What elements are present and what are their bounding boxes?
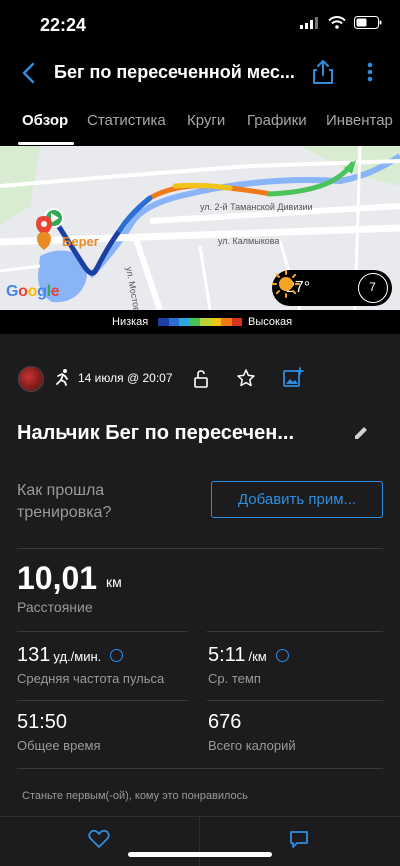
nav-title: Бег по пересеченной мес... [54, 62, 295, 82]
wind-speed: 7 [369, 280, 376, 294]
weather-badge[interactable]: 27° 7 [272, 270, 392, 306]
tab-statistics[interactable]: Статистика [87, 112, 166, 129]
legend-segment [168, 318, 179, 326]
divider [207, 631, 383, 632]
pace-legend: Низкая Высокая [0, 310, 400, 334]
wind-indicator: 7 [358, 273, 388, 303]
heart-icon[interactable] [88, 829, 110, 849]
avg-hr-label: Средняя частота пульса [17, 671, 165, 686]
google-logo: Google [6, 283, 60, 300]
activity-date: 14 июля @ 20:07 [78, 371, 173, 385]
back-chevron-icon[interactable] [18, 60, 40, 86]
avg-pace-unit: /км [248, 649, 267, 664]
star-icon[interactable] [236, 368, 256, 388]
legend-segment [200, 318, 211, 326]
legend-segment [210, 318, 221, 326]
edit-pencil-icon[interactable] [352, 424, 370, 442]
info-icon[interactable] [275, 649, 289, 662]
tab-overview[interactable]: Обзор [22, 112, 68, 129]
legend-gradient [158, 318, 242, 326]
status-time: 22:24 [40, 15, 87, 35]
legend-segment [158, 318, 169, 326]
unlock-icon[interactable] [192, 369, 210, 389]
legend-segment [179, 318, 190, 326]
divider [17, 631, 187, 632]
bottom-action-bar [0, 816, 400, 866]
total-time-stat: 51:50 Общее время [17, 711, 101, 753]
place-label: Берег [62, 234, 100, 249]
nav-bar: Бег по пересеченной мес... [0, 50, 400, 96]
tab-gear[interactable]: Инвентар [326, 112, 393, 129]
legend-low-label: Низкая [112, 316, 149, 328]
status-icons [300, 16, 382, 29]
battery-icon [354, 16, 382, 29]
avatar[interactable] [18, 366, 44, 392]
calories-value: 676 [208, 711, 242, 733]
legend-high-label: Высокая [248, 316, 293, 328]
tab-charts[interactable]: Графики [247, 112, 307, 129]
activity-title: Нальчик Бег по пересечен... [17, 422, 295, 444]
divider [17, 700, 187, 701]
running-icon [56, 369, 68, 386]
distance-unit: км [106, 574, 122, 590]
home-indicator [128, 852, 272, 857]
likes-prompt[interactable]: Станьте первым(-ой), кому это понравилос… [22, 790, 248, 802]
tab-laps[interactable]: Круги [187, 112, 225, 129]
avg-heart-rate-stat[interactable]: 131 уд./мин. Средняя частота пульса [17, 644, 164, 686]
legend-segment [231, 318, 242, 326]
distance-value: 10,01 [17, 560, 98, 596]
bottom-separator [199, 817, 200, 866]
avg-pace-value: 5:11 [208, 644, 246, 666]
calories-stat: 676 Всего калорий [208, 711, 296, 753]
legend-segment [221, 318, 232, 326]
route-map[interactable]: ул. 2-й Таманской Дивизии ул. Калмыкова … [0, 146, 400, 310]
sun-icon [272, 270, 300, 298]
distance-label: Расстояние [17, 599, 93, 615]
avg-pace-stat[interactable]: 5:11 /км Ср. темп [208, 644, 289, 686]
street-label: ул. Калмыкова [218, 236, 280, 246]
tab-active-indicator [18, 142, 74, 145]
info-icon[interactable] [110, 649, 124, 662]
total-time-value: 51:50 [17, 711, 68, 733]
total-time-label: Общее время [17, 738, 101, 753]
tab-bar: Обзор Статистика Круги Графики Инвентар [0, 96, 400, 146]
avg-pace-label: Ср. темп [208, 671, 261, 686]
feel-question: Как прошла тренировка? [17, 482, 112, 521]
legend-segment [189, 318, 200, 326]
status-bar: 22:24 [0, 0, 400, 50]
signal-icon [300, 16, 318, 29]
comment-icon[interactable] [288, 829, 310, 849]
divider [17, 548, 383, 549]
street-label: ул. 2-й Таманской Дивизии [200, 202, 313, 212]
share-icon[interactable] [310, 58, 336, 86]
add-note-button[interactable]: Добавить прим... [211, 481, 383, 518]
more-vertical-icon[interactable] [362, 58, 378, 86]
avg-hr-value: 131 [17, 644, 51, 666]
wifi-icon [328, 16, 346, 29]
divider [207, 700, 383, 701]
activity-meta-row: 14 июля @ 20:07 [0, 354, 400, 404]
add-photo-icon[interactable] [282, 367, 304, 389]
avg-hr-unit: уд./мин. [53, 649, 102, 664]
divider [17, 768, 383, 769]
calories-label: Всего калорий [208, 738, 296, 753]
